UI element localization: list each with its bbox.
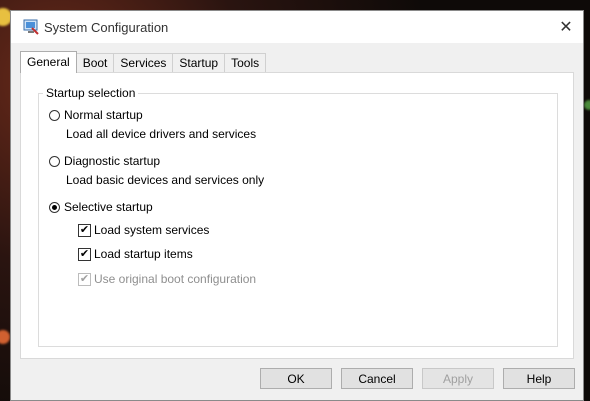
diagnostic-startup-label: Diagnostic startup	[64, 154, 161, 168]
use-original-boot-config-checkbox: ✔ Use original boot configuration	[78, 272, 256, 286]
normal-startup-radio[interactable]: Normal startup	[49, 108, 143, 122]
radio-button-selected[interactable]	[49, 201, 60, 213]
load-startup-items-checkbox[interactable]: ✔ Load startup items	[78, 247, 193, 261]
use-original-boot-config-label: Use original boot configuration	[94, 272, 257, 286]
ok-button[interactable]: OK	[260, 368, 332, 389]
radio-button[interactable]	[49, 155, 60, 167]
tab-startup[interactable]: Startup	[172, 53, 226, 73]
normal-startup-label: Normal startup	[64, 108, 143, 122]
check-icon[interactable]: ✔	[78, 223, 91, 237]
tab-tools[interactable]: Tools	[224, 53, 267, 73]
radio-button[interactable]	[49, 109, 60, 121]
startup-selection-group: Startup selection Normal startup Load al…	[38, 86, 558, 347]
load-startup-items-label: Load startup items	[94, 247, 193, 261]
tab-general[interactable]: General	[20, 51, 77, 73]
load-system-services-label: Load system services	[94, 223, 210, 237]
normal-startup-description: Load all device drivers and services	[66, 127, 257, 141]
diagnostic-startup-radio[interactable]: Diagnostic startup	[49, 154, 160, 168]
msconfig-icon	[23, 19, 39, 35]
cancel-button[interactable]: Cancel	[341, 368, 413, 389]
background-light	[0, 330, 10, 344]
background-light	[584, 100, 590, 110]
close-icon[interactable]: ✕	[549, 11, 583, 43]
load-system-services-checkbox[interactable]: ✔ Load system services	[78, 223, 209, 237]
system-configuration-window: System Configuration ✕ General Boot Serv…	[10, 10, 584, 401]
tab-services[interactable]: Services	[113, 53, 174, 73]
tab-strip: General Boot Services Startup Tools	[20, 51, 267, 73]
check-icon: ✔	[78, 272, 91, 286]
tab-boot[interactable]: Boot	[75, 53, 115, 73]
selective-startup-radio[interactable]: Selective startup	[49, 200, 153, 214]
window-title: System Configuration	[44, 20, 169, 35]
title-bar[interactable]: System Configuration ✕	[11, 11, 583, 43]
check-icon[interactable]: ✔	[78, 247, 91, 261]
apply-button: Apply	[422, 368, 494, 389]
general-tab-panel: Startup selection Normal startup Load al…	[20, 72, 574, 359]
group-legend: Startup selection	[43, 86, 139, 100]
selective-startup-label: Selective startup	[64, 200, 153, 214]
help-button[interactable]: Help	[503, 368, 575, 389]
radio-dot	[52, 204, 57, 210]
diagnostic-startup-description: Load basic devices and services only	[66, 173, 265, 187]
